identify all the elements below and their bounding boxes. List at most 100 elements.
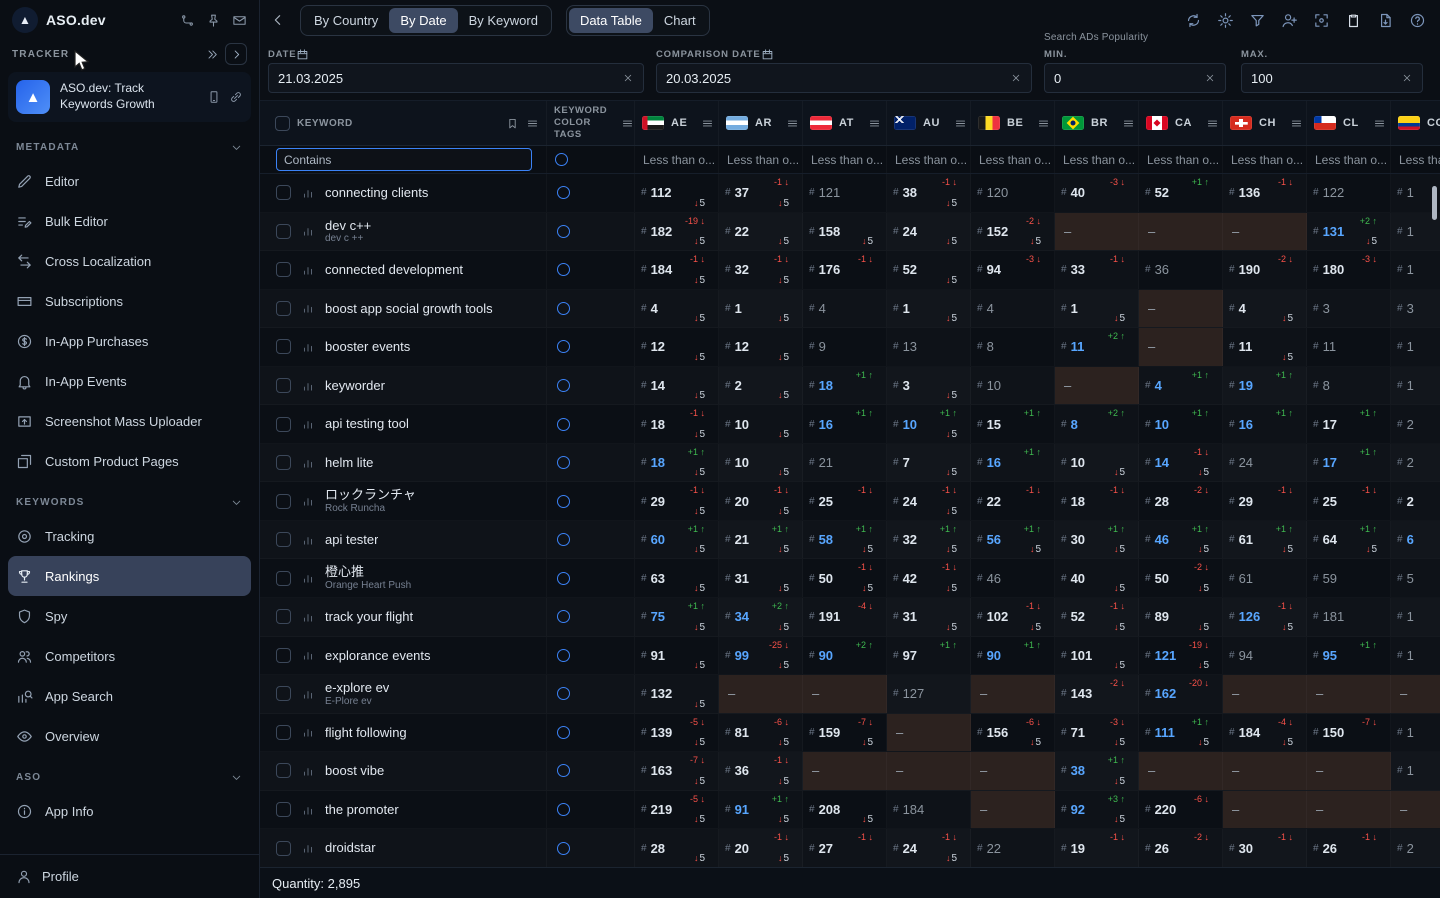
back-button[interactable]: [270, 12, 286, 28]
rank-filter-CL[interactable]: Less than o...: [1307, 146, 1391, 173]
pin-button[interactable]: [206, 13, 221, 28]
keyword-chart-button[interactable]: [301, 224, 315, 238]
rank-filter-AU[interactable]: Less than o...: [887, 146, 971, 173]
color-tag-circle[interactable]: [557, 456, 570, 469]
sidebar-item-in-app-events[interactable]: In-App Events: [8, 361, 251, 401]
row-checkbox[interactable]: [276, 648, 291, 663]
row-checkbox[interactable]: [276, 417, 291, 432]
rank-filter-CA[interactable]: Less than o...: [1139, 146, 1223, 173]
comparison-date-input[interactable]: [666, 71, 1004, 86]
country-header-AE[interactable]: AE: [635, 101, 719, 145]
sidebar-item-app-info[interactable]: App Info: [8, 791, 251, 831]
sidebar-item-profile[interactable]: Profile: [0, 854, 259, 898]
keyword-chart-button[interactable]: [301, 610, 315, 624]
color-tag-circle[interactable]: [557, 610, 570, 623]
country-column-menu-button[interactable]: [1290, 117, 1303, 130]
keyword-column-menu-button[interactable]: [526, 117, 539, 130]
gear-button[interactable]: [1217, 12, 1234, 29]
color-tag-circle[interactable]: [557, 225, 570, 238]
color-tag-circle[interactable]: [557, 572, 570, 585]
rank-filter-BR[interactable]: Less than o...: [1055, 146, 1139, 173]
row-checkbox[interactable]: [276, 725, 291, 740]
row-checkbox[interactable]: [276, 185, 291, 200]
sidebar-item-competitors[interactable]: Competitors: [8, 636, 251, 676]
country-header-AT[interactable]: AT: [803, 101, 887, 145]
row-checkbox[interactable]: [276, 686, 291, 701]
row-checkbox[interactable]: [276, 301, 291, 316]
clipboard-button[interactable]: [1345, 12, 1362, 29]
clear-date-button[interactable]: [622, 72, 634, 84]
rank-filter-AR[interactable]: Less than o...: [719, 146, 803, 173]
select-all-checkbox[interactable]: [275, 116, 290, 131]
keyword-chart-button[interactable]: [301, 764, 315, 778]
sidebar-item-cross-localization[interactable]: Cross Localization: [8, 241, 251, 281]
country-header-BE[interactable]: BE: [971, 101, 1055, 145]
table-row[interactable]: 橙心推Orange Heart Push#63↓5#31↓5#50-1 ↓↓5#…: [260, 559, 1440, 598]
device-phone-button[interactable]: [207, 90, 221, 104]
rank-filter-BE[interactable]: Less than o...: [971, 146, 1055, 173]
country-column-menu-button[interactable]: [1122, 117, 1135, 130]
keyword-chart-button[interactable]: [301, 803, 315, 817]
section-header-keywords[interactable]: KEYWORDS: [0, 481, 259, 516]
row-checkbox[interactable]: [276, 763, 291, 778]
clear-max-button[interactable]: [1401, 72, 1413, 84]
sidebar-item-rankings[interactable]: Rankings: [8, 556, 251, 596]
color-tag-circle[interactable]: [557, 726, 570, 739]
vertical-scrollbar[interactable]: [1432, 186, 1437, 220]
color-tag-filter-circle[interactable]: [555, 153, 568, 166]
table-row[interactable]: connected development#184-1 ↓↓5#32-1 ↓↓5…: [260, 251, 1440, 290]
expand-tracker-button[interactable]: [225, 43, 247, 65]
rank-filter-CH[interactable]: Less than o...: [1223, 146, 1307, 173]
color-tag-circle[interactable]: [557, 379, 570, 392]
table-row[interactable]: flight following#139-5 ↓↓5#81-6 ↓↓5#159-…: [260, 714, 1440, 753]
rank-filter-CO[interactable]: Less than o...: [1391, 146, 1440, 173]
color-tag-circle[interactable]: [557, 842, 570, 855]
sidebar-item-bulk-editor[interactable]: Bulk Editor: [8, 201, 251, 241]
sidebar-item-screenshot-mass-uploader[interactable]: Screenshot Mass Uploader: [8, 401, 251, 441]
clear-comparison-date-button[interactable]: [1010, 72, 1022, 84]
keyword-chart-button[interactable]: [301, 186, 315, 200]
table-row[interactable]: boost app social growth tools#4↓5#1↓5#4#…: [260, 290, 1440, 329]
row-checkbox[interactable]: [276, 571, 291, 586]
row-checkbox[interactable]: [276, 455, 291, 470]
keyword-chart-button[interactable]: [301, 533, 315, 547]
table-row[interactable]: the promoter#219-5 ↓↓5#91+1 ↑↓5#208↓5#18…: [260, 791, 1440, 830]
keyword-chart-button[interactable]: [301, 456, 315, 470]
tab-chart[interactable]: Chart: [653, 8, 707, 33]
user-plus-button[interactable]: [1281, 12, 1298, 29]
keyword-chart-button[interactable]: [301, 301, 315, 315]
color-tag-circle[interactable]: [557, 764, 570, 777]
sidebar-item-subscriptions[interactable]: Subscriptions: [8, 281, 251, 321]
row-checkbox[interactable]: [276, 532, 291, 547]
color-tag-circle[interactable]: [557, 186, 570, 199]
country-column-menu-button[interactable]: [868, 117, 881, 130]
country-column-menu-button[interactable]: [701, 117, 714, 130]
table-row[interactable]: api testing tool#18-1 ↓↓5#10↓5#16+1 ↑#10…: [260, 405, 1440, 444]
table-row[interactable]: track your flight#75+1 ↑↓5#34+2 ↑↓5#191-…: [260, 598, 1440, 637]
sidebar-item-app-search[interactable]: App Search: [8, 676, 251, 716]
section-header-metadata[interactable]: METADATA: [0, 126, 259, 161]
row-checkbox[interactable]: [276, 841, 291, 856]
calendar-icon[interactable]: [296, 48, 309, 61]
tracked-app-card[interactable]: ▲ ASO.dev: Track Keywords Growth: [8, 72, 251, 122]
mail-button[interactable]: [232, 13, 247, 28]
color-tag-circle[interactable]: [557, 495, 570, 508]
country-header-CO[interactable]: CO: [1391, 101, 1440, 145]
sidebar-item-custom-product-pages[interactable]: Custom Product Pages: [8, 441, 251, 481]
row-checkbox[interactable]: [276, 802, 291, 817]
keyword-chart-button[interactable]: [301, 841, 315, 855]
table-row[interactable]: helm lite#18+1 ↑↓5#10↓5#21#7↓5#16+1 ↑#10…: [260, 444, 1440, 483]
keyword-chart-button[interactable]: [301, 340, 315, 354]
country-column-menu-button[interactable]: [1206, 117, 1219, 130]
country-column-menu-button[interactable]: [1373, 117, 1386, 130]
table-row[interactable]: keyworder#14↓5#2↓5#18+1 ↑#3↓5#10–#4+1 ↑#…: [260, 367, 1440, 406]
tab-by-keyword[interactable]: By Keyword: [458, 8, 549, 33]
color-tag-circle[interactable]: [557, 803, 570, 816]
sidebar-item-spy[interactable]: Spy: [8, 596, 251, 636]
color-tag-circle[interactable]: [557, 687, 570, 700]
tab-by-date[interactable]: By Date: [389, 8, 457, 33]
tab-by-country[interactable]: By Country: [303, 8, 389, 33]
row-checkbox[interactable]: [276, 494, 291, 509]
table-row[interactable]: booster events#12↓5#12↓5#9#13#8#11+2 ↑–#…: [260, 328, 1440, 367]
date-input[interactable]: [278, 71, 616, 86]
